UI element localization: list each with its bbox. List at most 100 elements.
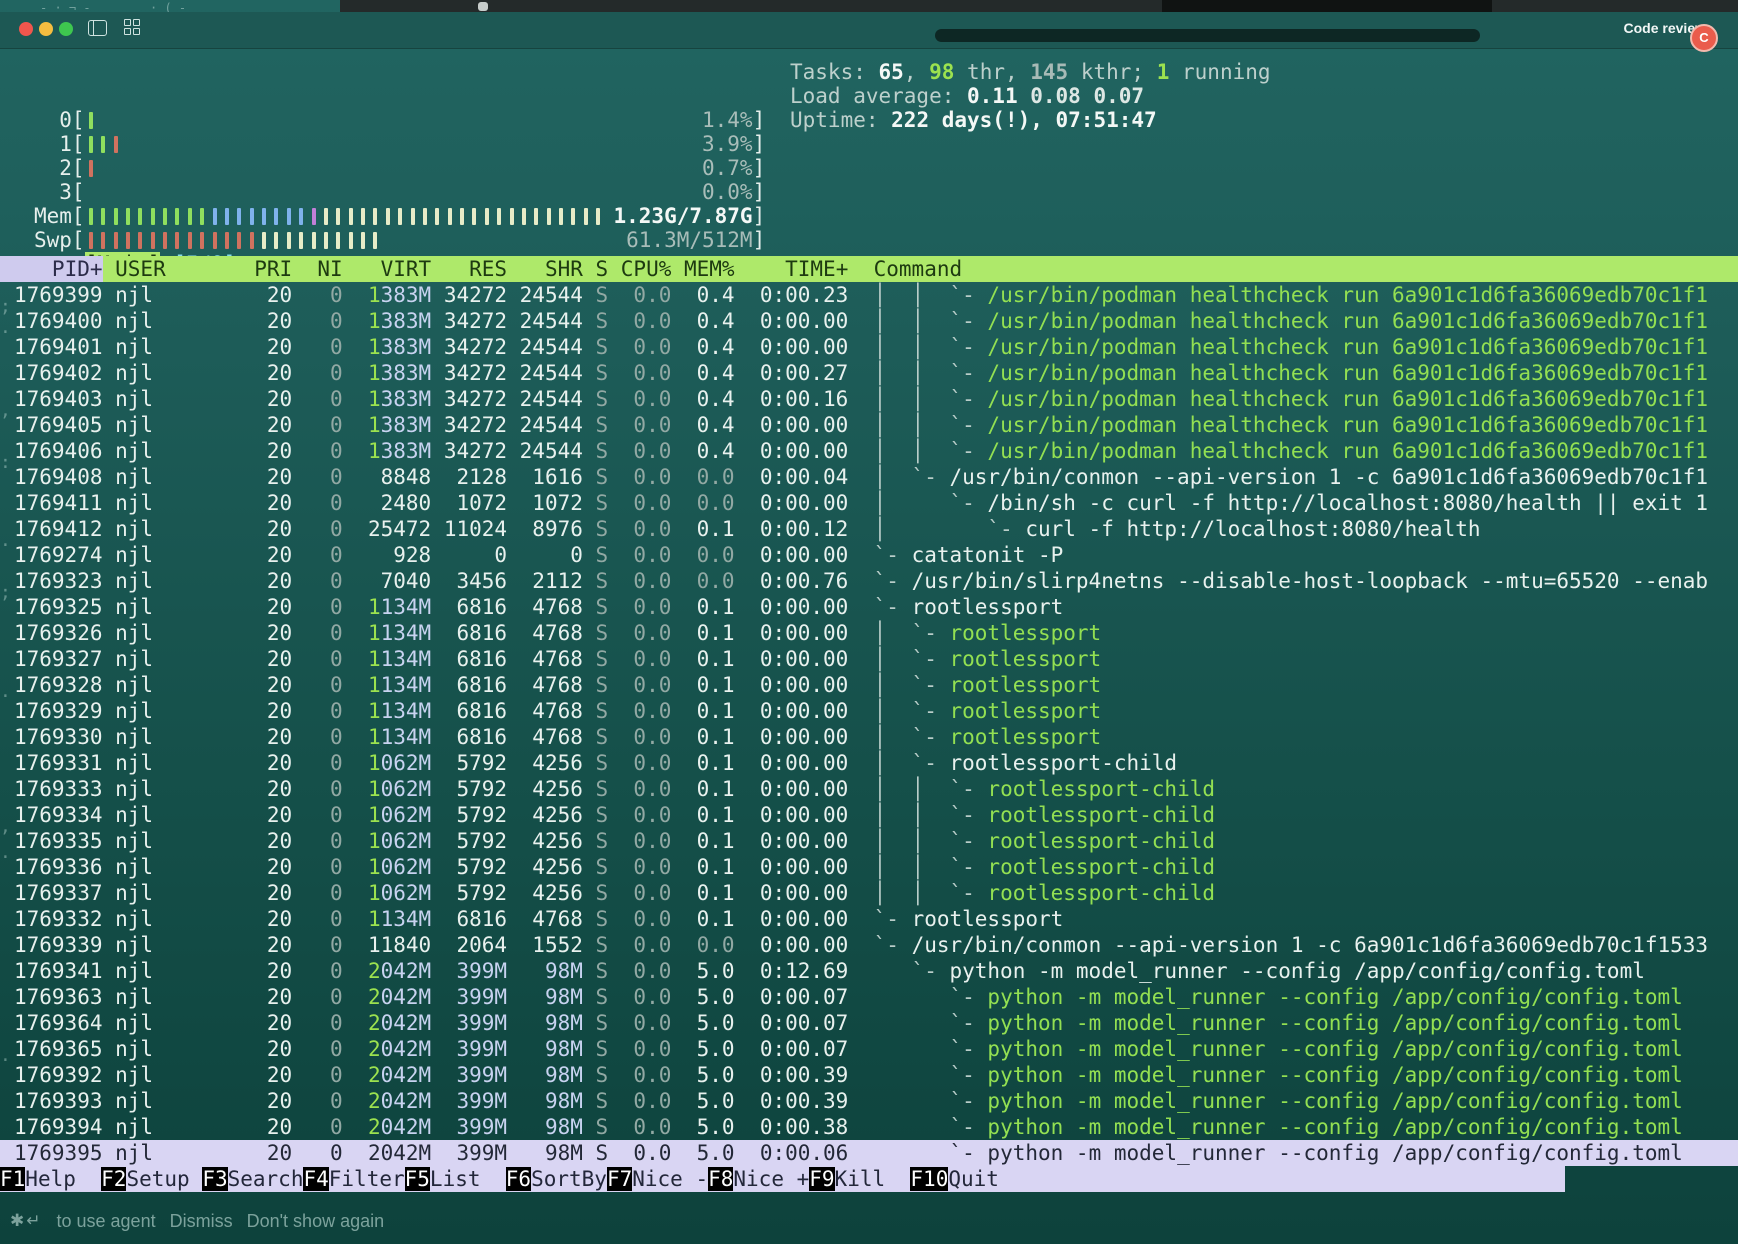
dont-show-again-button[interactable]: Don't show again — [247, 1211, 385, 1232]
process-row-1769332[interactable]: 1769332njl2001134M68164768S0.00.10:00.00… — [0, 906, 1738, 932]
process-row-1769331[interactable]: 1769331njl2001062M57924256S0.00.10:00.00… — [0, 750, 1738, 776]
process-row-1769327[interactable]: 1769327njl2001134M68164768S0.00.10:00.00… — [0, 646, 1738, 672]
column-header-pid[interactable]: PID+ — [0, 256, 103, 282]
process-row-1769399[interactable]: 1769399njl2001383M3427224544S0.00.40:00.… — [0, 282, 1738, 308]
fn-nice--button[interactable]: F7Nice - — [607, 1166, 708, 1192]
nice-cell: 0 — [292, 1062, 343, 1088]
minimize-window-button[interactable] — [39, 22, 53, 36]
gigabyte-digit: 1 — [368, 881, 381, 905]
process-row-1769408[interactable]: 1769408njl200884821281616S0.00.00:00.04│… — [0, 464, 1738, 490]
edge-artifact: . — [0, 842, 11, 863]
process-row-1769406[interactable]: 1769406njl2001383M3427224544S0.00.40:00.… — [0, 438, 1738, 464]
tree-branch: │ `- — [874, 491, 988, 515]
column-header-time[interactable]: TIME+ — [735, 256, 849, 282]
fn-filter-button[interactable]: F4Filter — [303, 1166, 404, 1192]
column-header-res[interactable]: RES — [431, 256, 507, 282]
column-header-mem[interactable]: MEM% — [671, 256, 734, 282]
process-row-1769400[interactable]: 1769400njl2001383M3427224544S0.00.40:00.… — [0, 308, 1738, 334]
info-segment: kthr; — [1068, 60, 1157, 84]
process-row-1769401[interactable]: 1769401njl2001383M3427224544S0.00.40:00.… — [0, 334, 1738, 360]
megabyte-digits: 134M — [381, 647, 432, 671]
process-row-1769341[interactable]: 1769341njl2002042M399M98MS0.05.00:12.69 … — [0, 958, 1738, 984]
command-cell: │ │ `- rootlessport-child — [874, 880, 1738, 906]
fn-kill-button[interactable]: F9Kill — [809, 1166, 910, 1192]
process-row-1769405[interactable]: 1769405njl2001383M3427224544S0.00.40:00.… — [0, 412, 1738, 438]
process-row-1769326[interactable]: 1769326njl2001134M68164768S0.00.10:00.00… — [0, 620, 1738, 646]
mem-percent-cell: 0.0 — [671, 932, 734, 958]
process-row-1769365[interactable]: 1769365njl2002042M399M98MS0.05.00:00.07 … — [0, 1036, 1738, 1062]
titlebar-tab-pill[interactable] — [935, 29, 1480, 42]
process-row-1769364[interactable]: 1769364njl2002042M399M98MS0.05.00:00.07 … — [0, 1010, 1738, 1036]
shr-cell: 4256 — [507, 802, 583, 828]
shr-cell: 98M — [507, 1010, 583, 1036]
cream-meter-bar — [299, 232, 303, 249]
fn-key-label: F6 — [506, 1167, 531, 1191]
process-row-1769394[interactable]: 1769394njl2002042M399M98MS0.05.00:00.38 … — [0, 1114, 1738, 1140]
state-cell: S — [583, 880, 608, 906]
time-cell: 0:00.00 — [735, 672, 849, 698]
column-gap[interactable] — [103, 256, 116, 282]
numeric-value: 4256 — [532, 751, 583, 775]
close-window-button[interactable] — [19, 22, 33, 36]
process-row-1769411[interactable]: 1769411njl200248010721072S0.00.00:00.00│… — [0, 490, 1738, 516]
megabyte-digits: 383M — [381, 283, 432, 307]
process-row-1769334[interactable]: 1769334njl2001062M57924256S0.00.10:00.00… — [0, 802, 1738, 828]
virt-cell: 2042M — [343, 1140, 432, 1166]
column-header-ni[interactable]: NI — [292, 256, 343, 282]
column-header-user[interactable]: USER — [115, 256, 241, 282]
process-row-1769329[interactable]: 1769329njl2001134M68164768S0.00.10:00.00… — [0, 698, 1738, 724]
fn-list-button[interactable]: F5List — [405, 1166, 506, 1192]
process-row-1769333[interactable]: 1769333njl2001062M57924256S0.00.10:00.00… — [0, 776, 1738, 802]
fn-quit-button[interactable]: F10Quit — [910, 1166, 999, 1192]
uptime: Uptime: 222 days(!), 07:51:47 — [790, 108, 1271, 132]
process-row-1769402[interactable]: 1769402njl2001383M3427224544S0.00.40:00.… — [0, 360, 1738, 386]
dismiss-button[interactable]: Dismiss — [170, 1211, 233, 1232]
tree-branch: `- — [874, 595, 912, 619]
notification-badge[interactable]: C — [1690, 24, 1718, 52]
process-row-1769330[interactable]: 1769330njl2001134M68164768S0.00.10:00.00… — [0, 724, 1738, 750]
cpu-percent-cell: 0.0 — [608, 490, 671, 516]
fn-sortby-button[interactable]: F6SortBy — [506, 1166, 607, 1192]
state-cell: S — [583, 1062, 608, 1088]
process-row-1769337[interactable]: 1769337njl2001062M57924256S0.00.10:00.00… — [0, 880, 1738, 906]
cpu-percent-cell: 0.0 — [608, 1036, 671, 1062]
cpu-percent-cell: 0.0 — [608, 386, 671, 412]
process-row-1769328[interactable]: 1769328njl2001134M68164768S0.00.10:00.00… — [0, 672, 1738, 698]
process-row-1769395[interactable]: 1769395njl2002042M399M98MS0.05.00:00.06 … — [0, 1140, 1738, 1166]
process-row-1769323[interactable]: 1769323njl200704034562112S0.00.00:00.76`… — [0, 568, 1738, 594]
column-header-virt[interactable]: VIRT — [343, 256, 432, 282]
process-row-1769335[interactable]: 1769335njl2001062M57924256S0.00.10:00.00… — [0, 828, 1738, 854]
process-row-1769412[interactable]: 1769412njl20025472110248976S0.00.10:00.1… — [0, 516, 1738, 542]
fn-setup-button[interactable]: F2Setup — [101, 1166, 202, 1192]
user-cell: njl — [115, 880, 241, 906]
process-row-1769363[interactable]: 1769363njl2002042M399M98MS0.05.00:00.07 … — [0, 984, 1738, 1010]
process-row-1769339[interactable]: 1769339njl2001184020641552S0.00.00:00.00… — [0, 932, 1738, 958]
fn-search-button[interactable]: F3Search — [202, 1166, 303, 1192]
gap-cell — [103, 360, 116, 386]
column-header-command[interactable]: Command — [874, 256, 1738, 282]
fn-nice--button[interactable]: F8Nice + — [708, 1166, 809, 1192]
column-header-cpu[interactable]: CPU% — [608, 256, 671, 282]
state-cell: S — [583, 828, 608, 854]
process-row-1769274[interactable]: 1769274njl20092800S0.00.00:00.00`- catat… — [0, 542, 1738, 568]
process-row-1769325[interactable]: 1769325njl2001134M68164768S0.00.10:00.00… — [0, 594, 1738, 620]
grid-layout-icon[interactable] — [124, 19, 140, 35]
process-row-1769392[interactable]: 1769392njl2002042M399M98MS0.05.00:00.39 … — [0, 1062, 1738, 1088]
process-row-1769403[interactable]: 1769403njl2001383M3427224544S0.00.40:00.… — [0, 386, 1738, 412]
cpu-percent-cell: 0.0 — [608, 360, 671, 386]
numeric-value: 928 — [393, 543, 431, 567]
process-row-1769393[interactable]: 1769393njl2002042M399M98MS0.05.00:00.39 … — [0, 1088, 1738, 1114]
column-gap[interactable] — [848, 256, 873, 282]
gap-cell — [848, 334, 873, 360]
virt-cell: 2042M — [343, 1010, 432, 1036]
fn-help-button[interactable]: F1Help — [0, 1166, 101, 1192]
user-cell: njl — [115, 698, 241, 724]
mem-percent-cell: 5.0 — [671, 1036, 734, 1062]
column-header-s[interactable]: S — [583, 256, 608, 282]
process-row-1769336[interactable]: 1769336njl2001062M57924256S0.00.10:00.00… — [0, 854, 1738, 880]
column-header-pri[interactable]: PRI — [242, 256, 293, 282]
code-review-label[interactable]: Code review C — [1624, 20, 1706, 36]
sidebar-toggle-icon[interactable] — [88, 20, 107, 36]
zoom-window-button[interactable] — [59, 22, 73, 36]
column-header-shr[interactable]: SHR — [507, 256, 583, 282]
